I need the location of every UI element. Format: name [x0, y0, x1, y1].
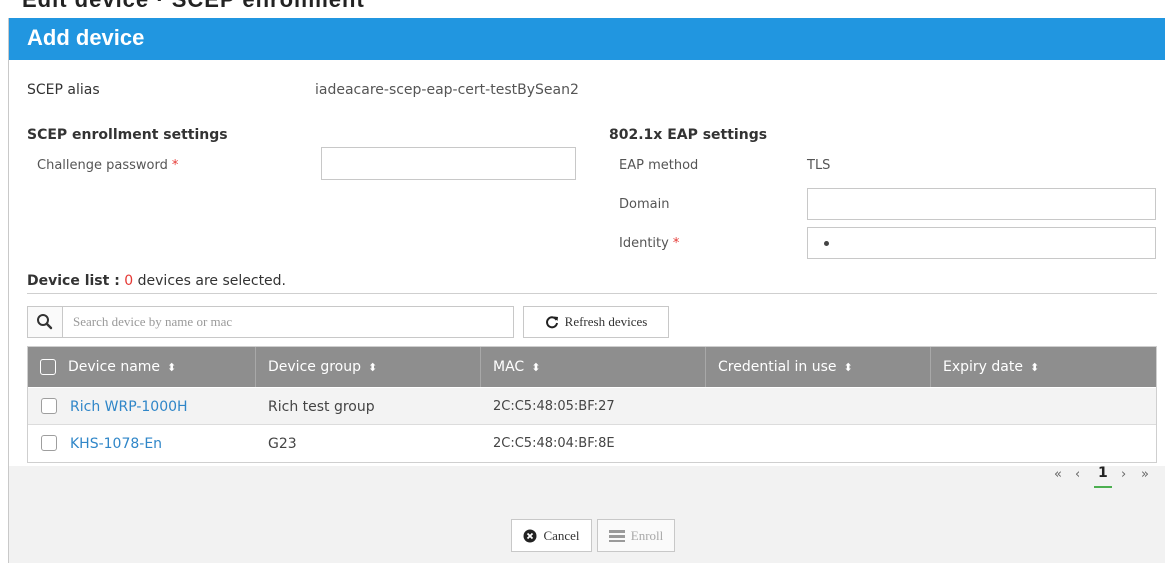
column-expiry-date[interactable]: Expiry date ⬍	[931, 347, 1156, 387]
identity-label-text: Identity	[619, 236, 669, 251]
refresh-icon	[545, 316, 558, 329]
first-page-button[interactable]: «	[1054, 467, 1062, 482]
enroll-icon	[608, 529, 625, 542]
search-icon[interactable]	[28, 307, 63, 337]
current-page-indicator	[1094, 486, 1112, 488]
scep-settings-heading: SCEP enrollment settings	[27, 127, 228, 143]
row-checkbox[interactable]	[41, 398, 57, 414]
clipped-heading: Edit device · SCEP enrollment	[0, 0, 1165, 18]
device-group-cell: G23	[268, 435, 297, 452]
enroll-button[interactable]: Enroll	[597, 519, 675, 552]
device-list-summary: Device list : 0 devices are selected.	[27, 273, 286, 289]
column-device-name[interactable]: Device name ⬍	[28, 347, 256, 387]
search-input[interactable]	[63, 307, 511, 337]
device-group-cell: Rich test group	[268, 398, 375, 415]
sort-icon: ⬍	[167, 360, 177, 374]
column-label: MAC	[493, 359, 525, 375]
prev-page-button[interactable]: ‹	[1075, 467, 1080, 482]
close-icon	[523, 529, 537, 542]
column-device-group[interactable]: Device group ⬍	[256, 347, 481, 387]
table-row[interactable]: Rich WRP-1000H Rich test group 2C:C5:48:…	[28, 388, 1156, 425]
challenge-password-field[interactable]	[321, 147, 576, 180]
enroll-label: Enroll	[630, 527, 664, 543]
cancel-button[interactable]: Cancel	[511, 519, 592, 552]
sort-icon: ⬍	[843, 360, 853, 374]
column-label: Device name	[68, 359, 161, 375]
domain-label: Domain	[619, 197, 670, 212]
column-credential[interactable]: Credential in use ⬍	[706, 347, 931, 387]
last-page-button[interactable]: »	[1141, 467, 1149, 482]
dialog-header: Add device	[9, 18, 1165, 60]
table-header: Device name ⬍ Device group ⬍ MAC ⬍ Crede…	[28, 347, 1156, 387]
column-label: Device group	[268, 359, 361, 375]
identity-field[interactable]	[807, 227, 1156, 259]
table-row[interactable]: KHS-1078-En G23 2C:C5:48:04:BF:8E	[28, 425, 1156, 462]
identity-masked-char	[824, 241, 829, 246]
current-page[interactable]: 1	[1098, 465, 1108, 481]
device-name-link[interactable]: Rich WRP-1000H	[70, 388, 188, 425]
eap-method-label: EAP method	[619, 158, 699, 173]
scep-alias-label: SCEP alias	[27, 82, 100, 98]
device-list-label: Device list :	[27, 273, 120, 289]
eap-method-value: TLS	[807, 158, 831, 173]
device-list-suffix: devices are selected.	[137, 273, 287, 289]
section-divider	[27, 293, 1157, 294]
select-all-checkbox[interactable]	[40, 359, 56, 375]
sort-icon: ⬍	[1029, 360, 1040, 374]
refresh-devices-label: Refresh devices	[564, 314, 648, 329]
clipped-heading-text: Edit device · SCEP enrollment	[22, 0, 365, 13]
device-name-link[interactable]: KHS-1078-En	[70, 425, 162, 462]
column-label: Credential in use	[718, 359, 837, 375]
refresh-devices-button[interactable]: Refresh devices	[523, 306, 669, 338]
required-mark: *	[672, 236, 680, 251]
column-label: Expiry date	[943, 359, 1023, 375]
domain-field[interactable]	[807, 188, 1156, 220]
row-checkbox[interactable]	[41, 435, 57, 451]
sort-icon: ⬍	[368, 360, 378, 374]
challenge-password-label: Challenge password *	[37, 158, 178, 173]
column-mac[interactable]: MAC ⬍	[481, 347, 706, 387]
cancel-label: Cancel	[543, 527, 580, 543]
required-mark: *	[171, 158, 179, 173]
eap-settings-heading: 802.1x EAP settings	[609, 127, 768, 143]
scep-alias-value: iadeacare-scep-eap-cert-testBySean2	[315, 82, 579, 98]
identity-label: Identity *	[619, 236, 679, 251]
next-page-button[interactable]: ›	[1121, 467, 1126, 482]
search-box	[27, 306, 514, 338]
device-table: Device name ⬍ Device group ⬍ MAC ⬍ Crede…	[27, 346, 1157, 463]
mac-cell: 2C:C5:48:04:BF:8E	[493, 436, 615, 451]
sort-icon: ⬍	[531, 360, 541, 374]
mac-cell: 2C:C5:48:05:BF:27	[493, 399, 615, 414]
challenge-password-label-text: Challenge password	[37, 158, 168, 173]
dialog-title: Add device	[27, 25, 145, 50]
selected-count: 0	[124, 273, 134, 289]
